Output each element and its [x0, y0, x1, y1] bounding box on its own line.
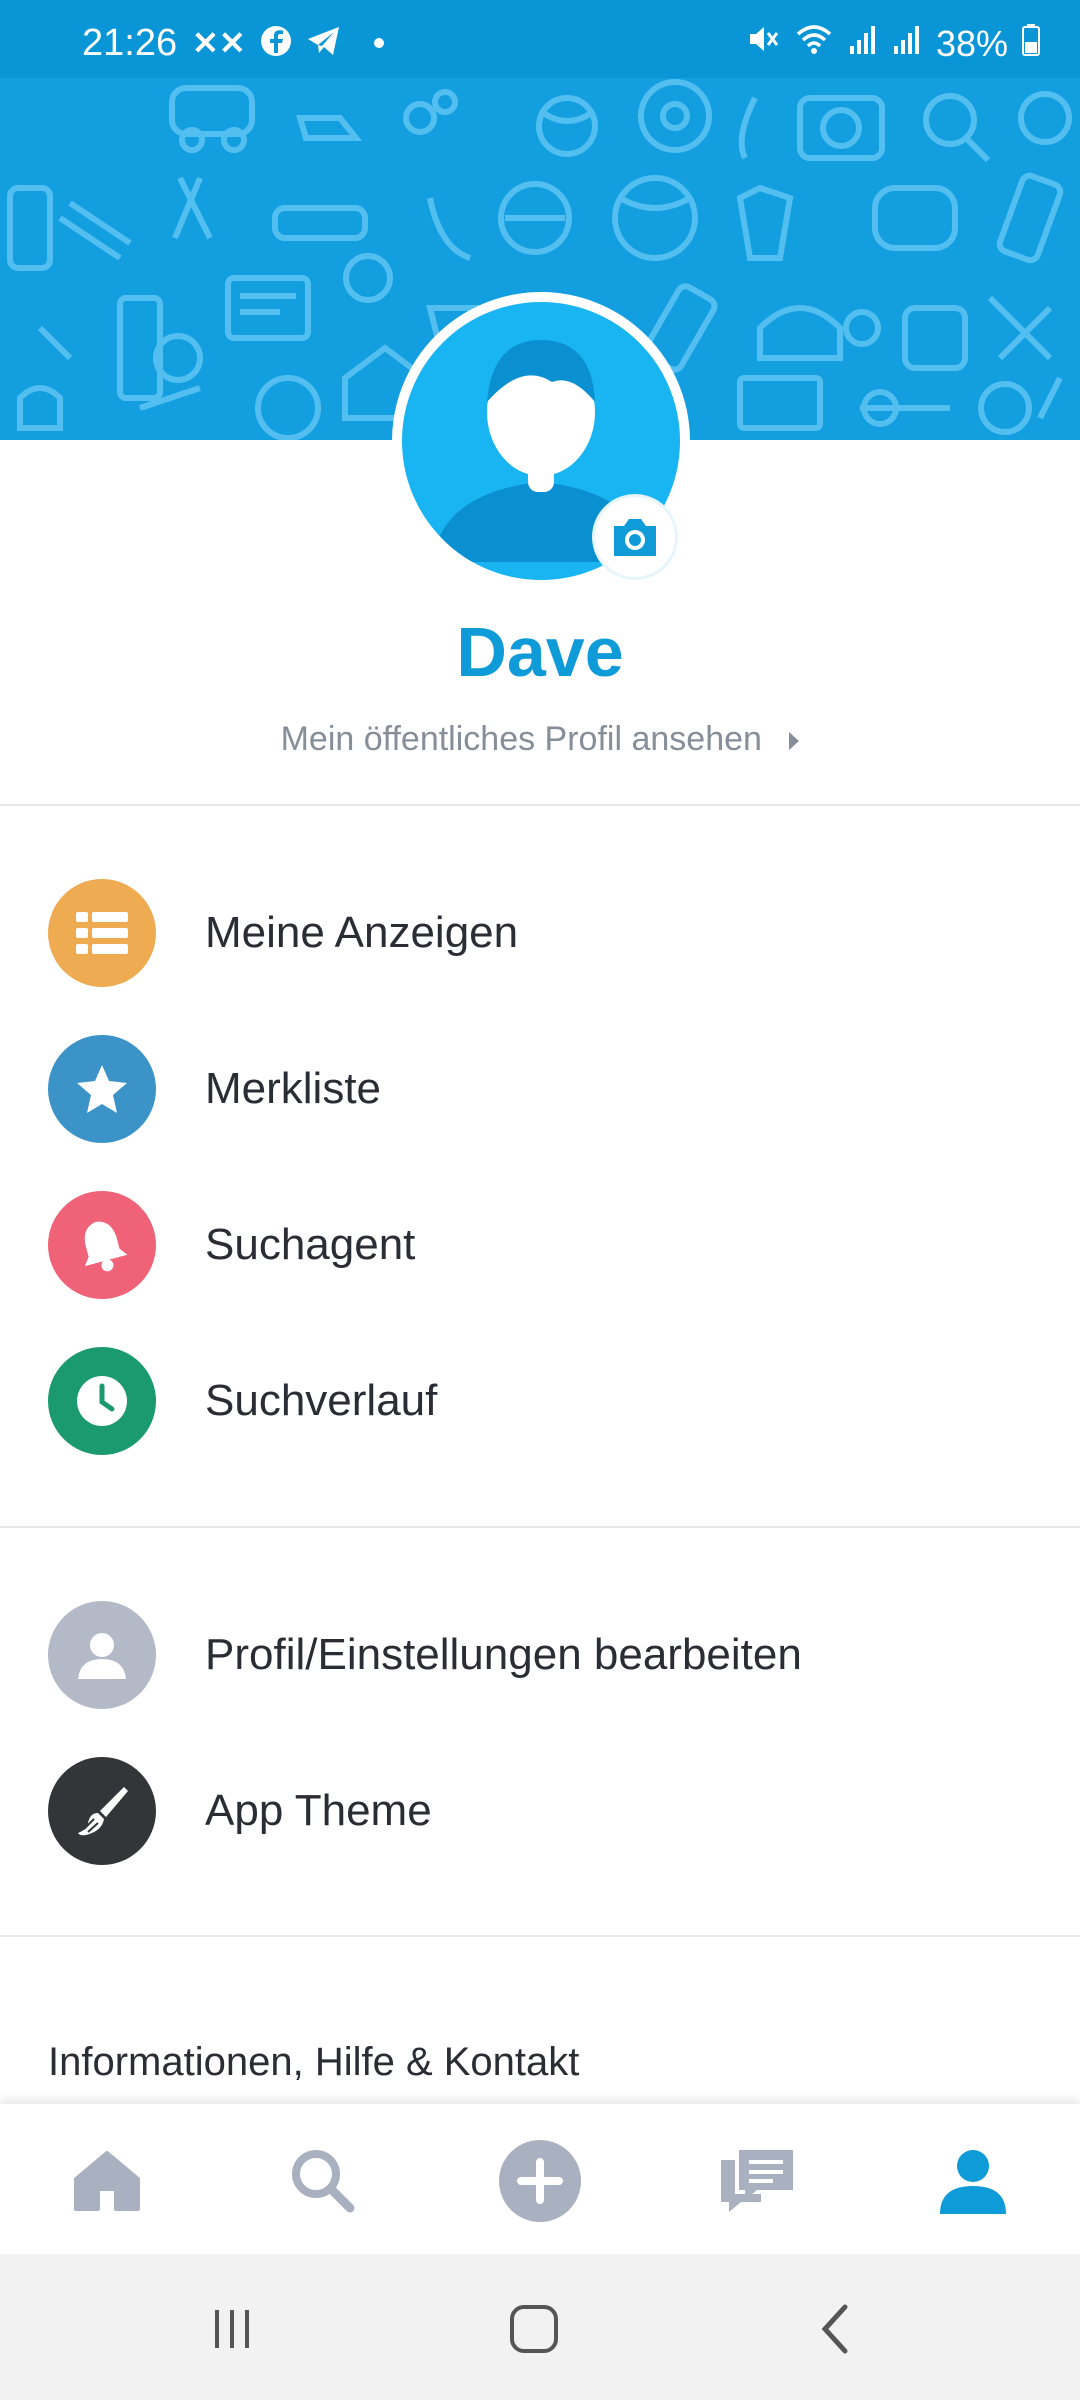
- nav-profile-button[interactable]: [928, 2136, 1018, 2226]
- divider: [0, 804, 1080, 806]
- home-system-button[interactable]: [494, 2294, 574, 2364]
- list-icon: [48, 879, 156, 987]
- menu-item-suchagent[interactable]: Suchagent: [0, 1180, 1080, 1310]
- battery-icon: [1022, 23, 1040, 65]
- back-button[interactable]: [796, 2294, 876, 2364]
- menu-item-meine-anzeigen[interactable]: Meine Anzeigen: [0, 868, 1080, 998]
- profile-name: Dave: [456, 613, 624, 691]
- wifi-icon: [794, 22, 834, 65]
- dot-icon: [373, 38, 384, 48]
- system-icons: 38%: [746, 22, 1040, 65]
- recent-apps-button[interactable]: [192, 2294, 272, 2364]
- person-icon: [940, 2150, 1006, 2214]
- menu-item-profil-einstellungen[interactable]: Profil/Einstellungen bearbeiten: [0, 1590, 1080, 1720]
- person-icon: [48, 1601, 156, 1709]
- nav-home-button[interactable]: [62, 2136, 152, 2226]
- menu-item-suchverlauf[interactable]: Suchverlauf: [0, 1336, 1080, 1466]
- battery-percent: 38%: [935, 22, 1008, 64]
- public-profile-link-label: Mein öffentliches Profil ansehen: [280, 720, 762, 758]
- caret-right-icon: [789, 732, 800, 751]
- divider: [0, 1526, 1080, 1528]
- nav-search-button[interactable]: [278, 2136, 368, 2226]
- nav-messages-button[interactable]: [712, 2136, 802, 2226]
- public-profile-link[interactable]: Mein öffentliches Profil ansehen: [0, 720, 1080, 759]
- menu-item-label: Suchagent: [205, 1220, 416, 1269]
- telegram-icon: [306, 25, 342, 62]
- recent-apps-icon: [215, 2310, 249, 2348]
- menu-item-label: Meine Anzeigen: [205, 908, 519, 957]
- xx-icon: ✕✕: [192, 25, 246, 61]
- bottom-navigation: [0, 2104, 1080, 2254]
- status-time: 21:26: [82, 22, 178, 64]
- home-icon: [74, 2151, 140, 2211]
- menu-item-app-theme[interactable]: App Theme: [0, 1746, 1080, 1876]
- back-icon: [821, 2304, 848, 2354]
- facebook-icon: [260, 25, 292, 62]
- notification-icons: ✕✕: [192, 24, 384, 62]
- divider: [0, 1935, 1080, 1937]
- section-title-info: Informationen, Hilfe & Kontakt: [48, 2040, 580, 2084]
- system-navigation-bar: [0, 2254, 1080, 2400]
- menu-item-merkliste[interactable]: Merkliste: [0, 1024, 1080, 1154]
- menu-item-label: Suchverlauf: [205, 1376, 438, 1425]
- signal-icon: [892, 22, 922, 65]
- menu-item-label: Merkliste: [205, 1064, 382, 1113]
- bell-icon: [48, 1191, 156, 1299]
- menu-item-label: App Theme: [205, 1786, 432, 1835]
- change-photo-button[interactable]: [592, 494, 678, 580]
- star-icon: [48, 1035, 156, 1143]
- nav-post-button[interactable]: [495, 2136, 585, 2226]
- status-bar: 21:26 ✕✕ 38%: [0, 0, 1080, 78]
- clock-icon: [48, 1347, 156, 1455]
- paintbrush-icon: [48, 1757, 156, 1865]
- mute-icon: [746, 22, 780, 65]
- menu-item-label: Profil/Einstellungen bearbeiten: [205, 1630, 802, 1679]
- add-circle-icon: [499, 2140, 581, 2222]
- chat-icon: [721, 2150, 793, 2212]
- search-icon: [292, 2150, 355, 2213]
- signal-icon: [848, 22, 878, 65]
- camera-icon: [614, 519, 656, 556]
- home-system-icon: [510, 2305, 558, 2353]
